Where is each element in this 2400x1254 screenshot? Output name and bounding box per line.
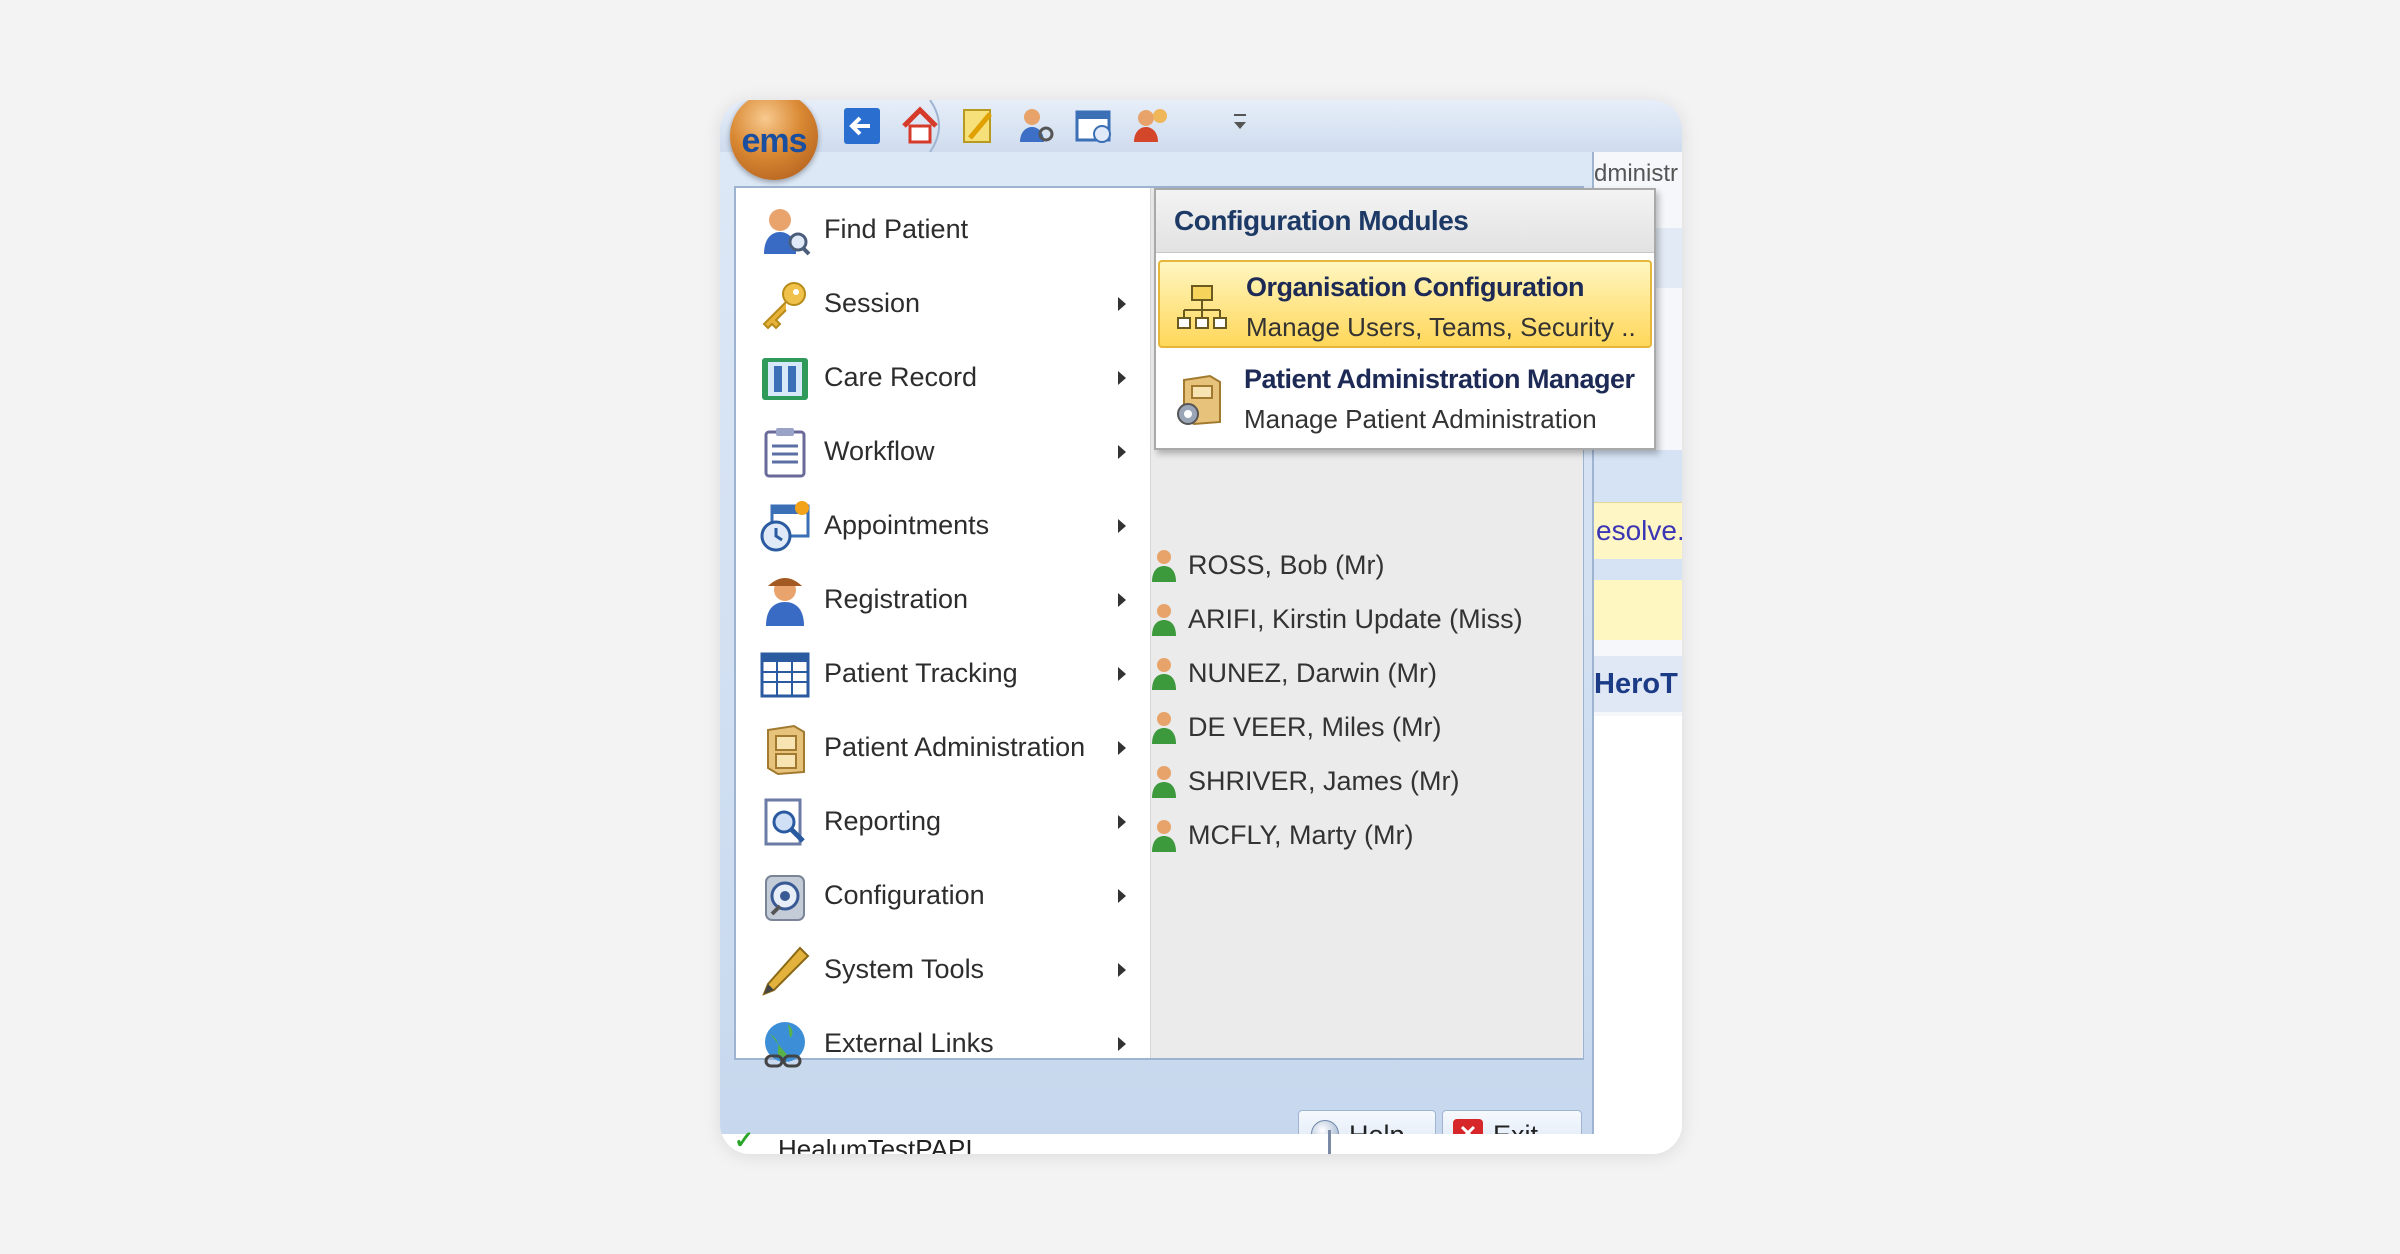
recent-patient-item[interactable]: DE VEER, Miles (Mr): [1150, 704, 1570, 750]
cabinet-gear-icon: [1172, 372, 1228, 428]
submenu-header: Configuration Modules: [1156, 190, 1654, 253]
find-patient-icon: [758, 204, 812, 258]
submenu-item-description: Manage Patient Administration: [1244, 404, 1597, 434]
key-icon: [758, 278, 812, 332]
gear-magnifier-icon: [758, 870, 812, 924]
recent-patient-name: ARIFI, Kirstin Update (Miss): [1188, 604, 1523, 634]
user-icon: [758, 574, 812, 628]
configuration-submenu: Configuration Modules Organisation Confi…: [1154, 188, 1656, 450]
menu-item-label: Find Patient: [824, 214, 969, 244]
menu-item-patient-tracking[interactable]: Patient Tracking: [750, 640, 1140, 708]
recent-patient-name: SHRIVER, James (Mr): [1188, 766, 1460, 796]
menu-item-external-links[interactable]: External Links: [750, 1010, 1140, 1078]
menu-item-label: Registration: [824, 584, 969, 614]
menu-item-session[interactable]: Session: [750, 270, 1140, 338]
recent-patient-name: ROSS, Bob (Mr): [1188, 550, 1385, 580]
background-banner: esolve.: [1590, 502, 1682, 559]
patient-icon: [1152, 766, 1176, 798]
menu-item-registration[interactable]: Registration: [750, 566, 1140, 634]
menu-commands: Find Patient Session Care Record Workflo…: [736, 188, 1148, 1068]
menu-item-care-record[interactable]: Care Record: [750, 344, 1140, 412]
menu-item-label: System Tools: [824, 954, 985, 984]
submenu-item-title: Patient Administration Manager: [1244, 364, 1635, 394]
calendar-icon[interactable]: [1072, 104, 1116, 148]
app-logo-text: ems: [741, 122, 807, 160]
pencil-icon: [758, 944, 812, 998]
recent-patient-item[interactable]: MCFLY, Marty (Mr): [1150, 812, 1570, 858]
submenu-item-title: Organisation Configuration: [1246, 272, 1585, 302]
background-tab-text: dministr: [1594, 160, 1679, 187]
patient-icon: [1152, 712, 1176, 744]
menu-item-label: Patient Administration: [824, 732, 1086, 762]
menu-item-label: Care Record: [824, 362, 978, 392]
submenu-arrow-icon: [1118, 741, 1126, 755]
submenu-arrow-icon: [1118, 371, 1126, 385]
recent-patient-item[interactable]: NUNEZ, Darwin (Mr): [1150, 650, 1570, 696]
submenu-title: Configuration Modules: [1174, 205, 1469, 236]
submenu-arrow-icon: [1118, 445, 1126, 459]
menu-item-reporting[interactable]: Reporting: [750, 788, 1140, 856]
background-banner-2: [1590, 580, 1682, 640]
find-user-icon[interactable]: [1014, 104, 1058, 148]
grid-icon: [758, 648, 812, 702]
menu-item-find-patient[interactable]: Find Patient: [750, 196, 1140, 264]
recent-patient-item[interactable]: ARIFI, Kirstin Update (Miss): [1150, 596, 1570, 642]
background-divider: [1328, 1130, 1331, 1154]
quick-access-toolbar: [720, 100, 1682, 152]
submenu-arrow-icon: [1118, 889, 1126, 903]
clipboard-icon: [758, 426, 812, 480]
menu-item-workflow[interactable]: Workflow: [750, 418, 1140, 486]
recent-patient-item[interactable]: ROSS, Bob (Mr): [1150, 542, 1570, 588]
cabinet-icon: [758, 722, 812, 776]
menu-item-label: External Links: [824, 1028, 994, 1058]
notepad-icon[interactable]: [956, 104, 1000, 148]
menu-item-label: Session: [824, 288, 921, 318]
globe-icon: [758, 1018, 812, 1072]
submenu-item-organisation-configuration[interactable]: Organisation Configuration Manage Users,…: [1158, 260, 1652, 348]
menu-item-label: Workflow: [824, 436, 935, 466]
home-icon[interactable]: [898, 104, 942, 148]
patient-icon: [1152, 550, 1176, 582]
submenu-item-patient-administration-manager[interactable]: Patient Administration Manager Manage Pa…: [1158, 354, 1652, 442]
submenu-arrow-icon: [1118, 519, 1126, 533]
submenu-arrow-icon: [1118, 1037, 1126, 1051]
menu-item-system-tools[interactable]: System Tools: [750, 936, 1140, 1004]
menu-item-label: Patient Tracking: [824, 658, 1018, 688]
background-header: HeroT: [1590, 656, 1682, 712]
background-list-item[interactable]: HealumTestPAPI: [778, 1134, 973, 1154]
patient-icon: [1152, 820, 1176, 852]
submenu-arrow-icon: [1118, 593, 1126, 607]
report-icon: [758, 796, 812, 850]
background-header-text: HeroT: [1594, 668, 1678, 700]
user-group-icon[interactable]: [1130, 104, 1174, 148]
menu-item-label: Reporting: [824, 806, 942, 836]
customize-dropdown-icon[interactable]: [1228, 108, 1252, 138]
org-chart-icon: [1174, 280, 1230, 336]
menu-item-configuration[interactable]: Configuration: [750, 862, 1140, 930]
menu-item-patient-administration[interactable]: Patient Administration: [750, 714, 1140, 782]
background-banner-text: esolve.: [1596, 515, 1682, 546]
recent-patient-name: DE VEER, Miles (Mr): [1188, 712, 1442, 742]
calendar-clock-icon: [758, 500, 812, 554]
back-icon[interactable]: [840, 104, 884, 148]
menu-item-label: Configuration: [824, 880, 985, 910]
menu-item-label: Appointments: [824, 510, 990, 540]
submenu-arrow-icon: [1118, 963, 1126, 977]
recent-patient-name: MCFLY, Marty (Mr): [1188, 820, 1414, 850]
menu-item-appointments[interactable]: Appointments: [750, 492, 1140, 560]
submenu-item-description: Manage Users, Teams, Security ..: [1246, 312, 1636, 342]
submenu-arrow-icon: [1118, 667, 1126, 681]
recent-patient-name: NUNEZ, Darwin (Mr): [1188, 658, 1437, 688]
care-record-icon: [758, 352, 812, 406]
check-icon: ✓: [734, 1127, 755, 1154]
app-window: dministr esolve. HeroT ems Find Patient …: [720, 100, 1682, 1154]
submenu-arrow-icon: [1118, 297, 1126, 311]
recent-patient-item[interactable]: SHRIVER, James (Mr): [1150, 758, 1570, 804]
patient-icon: [1152, 658, 1176, 690]
background-content: [1590, 716, 1682, 1154]
patient-icon: [1152, 604, 1176, 636]
submenu-arrow-icon: [1118, 815, 1126, 829]
